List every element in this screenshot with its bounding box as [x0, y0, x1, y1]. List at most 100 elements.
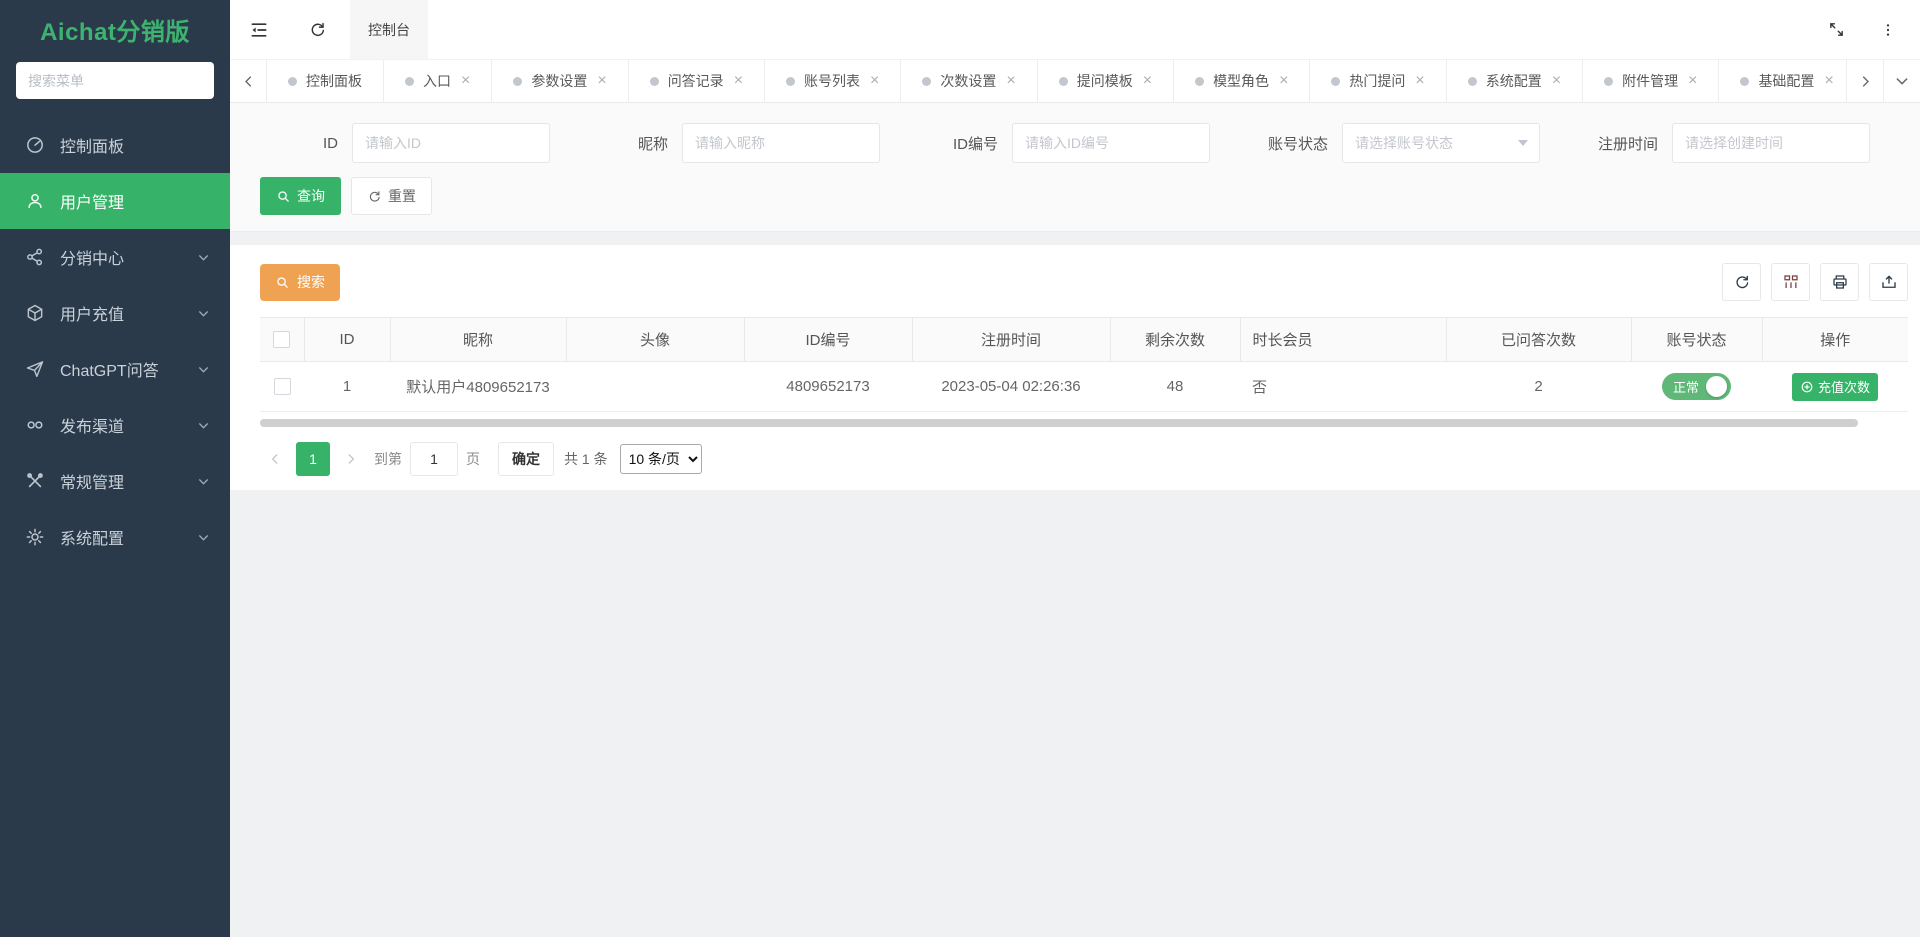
tab-label: 次数设置: [940, 71, 996, 91]
close-icon[interactable]: ×: [1279, 73, 1288, 89]
page-number-active[interactable]: 1: [296, 442, 330, 476]
chevron-down-icon: [197, 475, 210, 488]
sidebar-item-general-management[interactable]: 常规管理: [0, 453, 230, 509]
close-icon[interactable]: ×: [1006, 73, 1015, 89]
tab-system-config[interactable]: 系统配置×: [1447, 60, 1583, 102]
tab-label: 模型角色: [1213, 71, 1269, 91]
tab-dot-icon: [405, 77, 414, 86]
tabs-scroll-left-icon[interactable]: [230, 60, 267, 102]
console-breadcrumb-tab[interactable]: 控制台: [350, 0, 428, 59]
chevron-down-icon: [197, 251, 210, 264]
filter-label: 账号状态: [1250, 133, 1328, 154]
sidebar-item-user-recharge[interactable]: 用户充值: [0, 285, 230, 341]
reset-button[interactable]: 重置: [351, 177, 432, 215]
sidebar-item-publish-channels[interactable]: 发布渠道: [0, 397, 230, 453]
chevron-down-icon: [197, 419, 210, 432]
cell-nickname: 默认用户4809652173: [390, 362, 566, 412]
cell-avatar: [566, 362, 744, 412]
sidebar-item-system-config[interactable]: 系统配置: [0, 509, 230, 565]
tab-dashboard[interactable]: 控制面板: [267, 60, 384, 102]
close-icon[interactable]: ×: [870, 73, 879, 89]
prev-page-icon[interactable]: [260, 442, 290, 476]
nickname-input[interactable]: [682, 123, 880, 163]
tab-dot-icon: [1059, 77, 1068, 86]
tab-account-list[interactable]: 账号列表×: [765, 60, 901, 102]
sidebar-item-distribution-center[interactable]: 分销中心: [0, 229, 230, 285]
tab-basic-config[interactable]: 基础配置×: [1719, 60, 1846, 102]
search-button[interactable]: 搜索: [260, 264, 340, 301]
row-checkbox[interactable]: [274, 378, 291, 395]
close-icon[interactable]: ×: [1824, 73, 1833, 89]
sidebar-item-user-management[interactable]: 用户管理: [0, 173, 230, 229]
tab-dot-icon: [650, 77, 659, 86]
goto-prefix-label: 到第: [374, 449, 402, 469]
query-button[interactable]: 查询: [260, 177, 341, 215]
cell-id-no: 4809652173: [744, 362, 912, 412]
sidebar-item-label: 常规管理: [60, 469, 197, 493]
tab-dot-icon: [1195, 77, 1204, 86]
close-icon[interactable]: ×: [1143, 73, 1152, 89]
tab-dot-icon: [922, 77, 931, 86]
tab-hot-questions[interactable]: 热门提问 ×: [1310, 60, 1446, 102]
tab-attachment-management[interactable]: 附件管理 ×: [1583, 60, 1719, 102]
refresh-page-icon[interactable]: [288, 0, 346, 59]
column-header-remaining: 剩余次数: [1110, 318, 1240, 362]
print-icon: [1831, 273, 1849, 291]
sidebar-item-dashboard[interactable]: 控制面板: [0, 117, 230, 173]
close-icon[interactable]: ×: [1688, 73, 1697, 89]
column-filter-button[interactable]: [1771, 263, 1810, 301]
tab-qa-records[interactable]: 问答记录×: [629, 60, 765, 102]
id-input[interactable]: [352, 123, 550, 163]
close-icon[interactable]: ×: [1552, 73, 1561, 89]
sidebar-item-label: ChatGPT问答: [60, 357, 197, 381]
tools-icon: [25, 471, 45, 491]
id-no-input[interactable]: [1012, 123, 1210, 163]
status-toggle[interactable]: 正常: [1662, 373, 1731, 400]
fullscreen-icon[interactable]: [1810, 0, 1862, 59]
sidebar-item-chatgpt-qa[interactable]: ChatGPT问答: [0, 341, 230, 397]
main-area: 控制台 控制面板 入口 × 参数设置× 问答记录× 账号列表× 次数设置 × 提问模…: [230, 0, 1920, 937]
tabs-menu-dropdown-icon[interactable]: [1883, 60, 1920, 102]
export-button[interactable]: [1869, 263, 1908, 301]
tab-param-settings[interactable]: 参数设置×: [492, 60, 628, 102]
cell-id: 1: [304, 362, 390, 412]
tab-entry[interactable]: 入口 ×: [384, 60, 492, 102]
table-refresh-button[interactable]: [1722, 263, 1761, 301]
goto-confirm-button[interactable]: 确定: [498, 442, 554, 476]
horizontal-scrollbar[interactable]: [260, 419, 1858, 427]
close-icon[interactable]: ×: [597, 73, 606, 89]
filter-account-status: 账号状态: [1250, 123, 1554, 163]
recharge-count-button[interactable]: 充值次数: [1792, 373, 1878, 401]
cell-reg-time: 2023-05-04 02:26:36: [912, 362, 1110, 412]
select-all-checkbox[interactable]: [273, 331, 290, 348]
tabs-scroll-right-icon[interactable]: [1846, 60, 1883, 102]
user-icon: [25, 191, 45, 211]
plus-circle-icon: [1800, 380, 1814, 394]
tab-dot-icon: [1331, 77, 1340, 86]
account-status-select[interactable]: [1342, 123, 1540, 163]
tab-model-role[interactable]: 模型角色 ×: [1174, 60, 1310, 102]
tab-count-settings[interactable]: 次数设置 ×: [901, 60, 1037, 102]
more-menu-icon[interactable]: [1862, 0, 1914, 59]
goto-suffix-label: 页: [466, 449, 480, 469]
filter-reg-time: 注册时间: [1580, 123, 1884, 163]
sidebar-item-label: 用户管理: [60, 189, 210, 213]
table-row: 1 默认用户4809652173 4809652173 2023-05-04 0…: [260, 362, 1908, 412]
tab-label: 热门提问: [1349, 71, 1405, 91]
close-icon[interactable]: ×: [1415, 73, 1424, 89]
page-size-select[interactable]: 10 条/页: [620, 444, 702, 474]
print-button[interactable]: [1820, 263, 1859, 301]
close-icon[interactable]: ×: [461, 73, 470, 89]
reg-time-input[interactable]: [1672, 123, 1870, 163]
tab-label: 入口: [423, 71, 451, 91]
collapse-sidebar-button[interactable]: [230, 0, 288, 59]
next-page-icon[interactable]: [336, 442, 366, 476]
goto-page-input[interactable]: [410, 442, 458, 476]
tab-dot-icon: [786, 77, 795, 86]
status-toggle-label: 正常: [1673, 377, 1699, 396]
tab-label: 附件管理: [1622, 71, 1678, 91]
close-icon[interactable]: ×: [734, 73, 743, 89]
tab-dot-icon: [513, 77, 522, 86]
menu-search-input[interactable]: [16, 62, 214, 99]
tab-question-template[interactable]: 提问模板×: [1038, 60, 1174, 102]
